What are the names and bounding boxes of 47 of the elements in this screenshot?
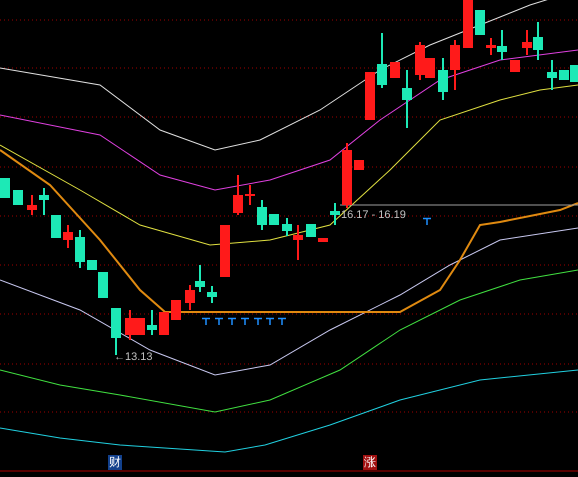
candlestick — [438, 58, 448, 100]
marker-badge[interactable]: 财 — [108, 455, 122, 470]
candlestick — [257, 200, 267, 230]
candlestick — [463, 0, 473, 48]
candlestick — [306, 224, 316, 237]
candlestick — [195, 265, 205, 292]
candlestick — [51, 215, 61, 238]
candlestick — [547, 60, 557, 90]
candlestick — [171, 300, 181, 320]
candlestick — [510, 60, 520, 72]
candlestick — [450, 40, 460, 90]
candlestick — [318, 238, 328, 242]
signal-marker-icon — [240, 317, 250, 326]
candlestick — [354, 160, 364, 170]
candlestick — [207, 286, 217, 303]
signal-marker-icon — [227, 317, 237, 326]
candlestick — [147, 310, 157, 335]
candlestick — [13, 190, 23, 205]
signal-marker-icon — [214, 317, 224, 326]
candlestick — [475, 10, 485, 35]
candlestick — [377, 33, 387, 88]
price-label: 16.17 - 16.19 — [341, 209, 406, 221]
candlestick — [0, 178, 10, 198]
signal-marker-icon — [422, 217, 432, 226]
candlestick — [87, 260, 97, 270]
candlestick — [185, 285, 195, 310]
signal-marker-icon — [265, 317, 275, 326]
candlestick — [98, 272, 108, 298]
candlestick — [342, 143, 352, 208]
candlestick — [245, 185, 255, 205]
marker-badge[interactable]: 涨 — [363, 455, 377, 470]
candlestick — [39, 188, 49, 215]
candlestick — [220, 225, 230, 277]
candlestick — [75, 230, 85, 268]
candlestick — [63, 225, 73, 248]
candlestick — [269, 214, 279, 225]
price-label: ←13.13 — [114, 351, 153, 363]
candlestick — [330, 203, 340, 225]
signal-marker-icon — [201, 317, 211, 326]
candlestick — [402, 70, 412, 128]
candlestick — [159, 312, 169, 335]
signal-marker-icon — [277, 317, 287, 326]
candlestick — [390, 62, 400, 78]
candlestick — [365, 72, 375, 120]
candlestick — [233, 175, 243, 215]
signal-marker-icon — [253, 317, 263, 326]
candlestick — [27, 195, 37, 215]
